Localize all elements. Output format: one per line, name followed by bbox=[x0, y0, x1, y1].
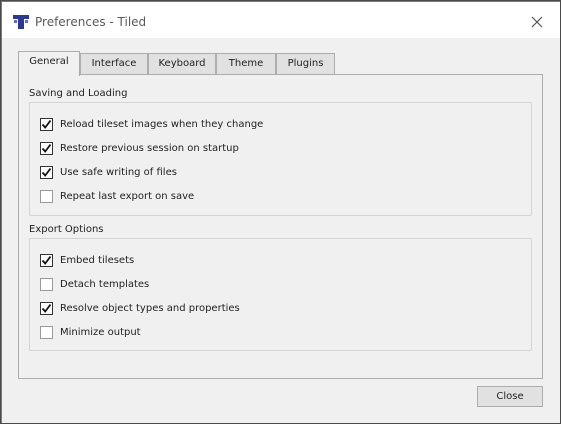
safe-writing-checkbox[interactable] bbox=[40, 166, 53, 179]
close-button[interactable]: Close bbox=[477, 386, 543, 407]
embed-tilesets-checkbox[interactable] bbox=[40, 254, 53, 267]
saving-loading-title: Saving and Loading bbox=[29, 88, 128, 99]
embed-tilesets-label: Embed tilesets bbox=[60, 255, 135, 266]
repeat-export-checkbox[interactable] bbox=[40, 190, 53, 203]
repeat-export-label: Repeat last export on save bbox=[60, 191, 195, 202]
resolve-types-label: Resolve object types and properties bbox=[60, 303, 240, 314]
reload-tilesets-checkbox[interactable] bbox=[40, 118, 53, 131]
detach-templates-label: Detach templates bbox=[60, 279, 150, 290]
reload-tilesets-label: Reload tileset images when they change bbox=[60, 119, 264, 130]
title-bar[interactable]: Preferences - Tiled bbox=[2, 2, 560, 38]
resolve-types-checkbox[interactable] bbox=[40, 302, 53, 315]
checkmark-icon bbox=[41, 303, 52, 313]
tab-plugins[interactable]: Plugins bbox=[276, 53, 335, 75]
checkmark-icon bbox=[41, 167, 52, 177]
checkmark-icon bbox=[41, 119, 52, 129]
preferences-window: Preferences - Tiled General Interface Ke… bbox=[0, 0, 561, 424]
detach-templates-checkbox[interactable] bbox=[40, 278, 53, 291]
general-tab-panel: Saving and Loading Reload tileset images… bbox=[18, 74, 543, 379]
tab-keyboard[interactable]: Keyboard bbox=[148, 53, 216, 75]
window-title: Preferences - Tiled bbox=[35, 15, 147, 29]
checkmark-icon bbox=[41, 255, 52, 265]
tab-theme[interactable]: Theme bbox=[216, 53, 276, 75]
dialog-body: General Interface Keyboard Theme Plugins… bbox=[2, 38, 560, 423]
tiled-logo-icon bbox=[13, 15, 29, 29]
export-options-group: Embed tilesets Detach templates Resolve … bbox=[29, 238, 532, 351]
tab-interface[interactable]: Interface bbox=[80, 53, 148, 75]
saving-loading-group: Reload tileset images when they change R… bbox=[29, 102, 532, 216]
restore-session-checkbox[interactable] bbox=[40, 142, 53, 155]
export-options-title: Export Options bbox=[29, 224, 104, 235]
minimize-output-checkbox[interactable] bbox=[40, 326, 53, 339]
checkmark-icon bbox=[41, 143, 52, 153]
tab-general[interactable]: General bbox=[18, 51, 80, 76]
safe-writing-label: Use safe writing of files bbox=[60, 167, 177, 178]
close-icon[interactable] bbox=[530, 15, 544, 29]
restore-session-label: Restore previous session on startup bbox=[60, 143, 239, 154]
minimize-output-label: Minimize output bbox=[60, 327, 141, 338]
